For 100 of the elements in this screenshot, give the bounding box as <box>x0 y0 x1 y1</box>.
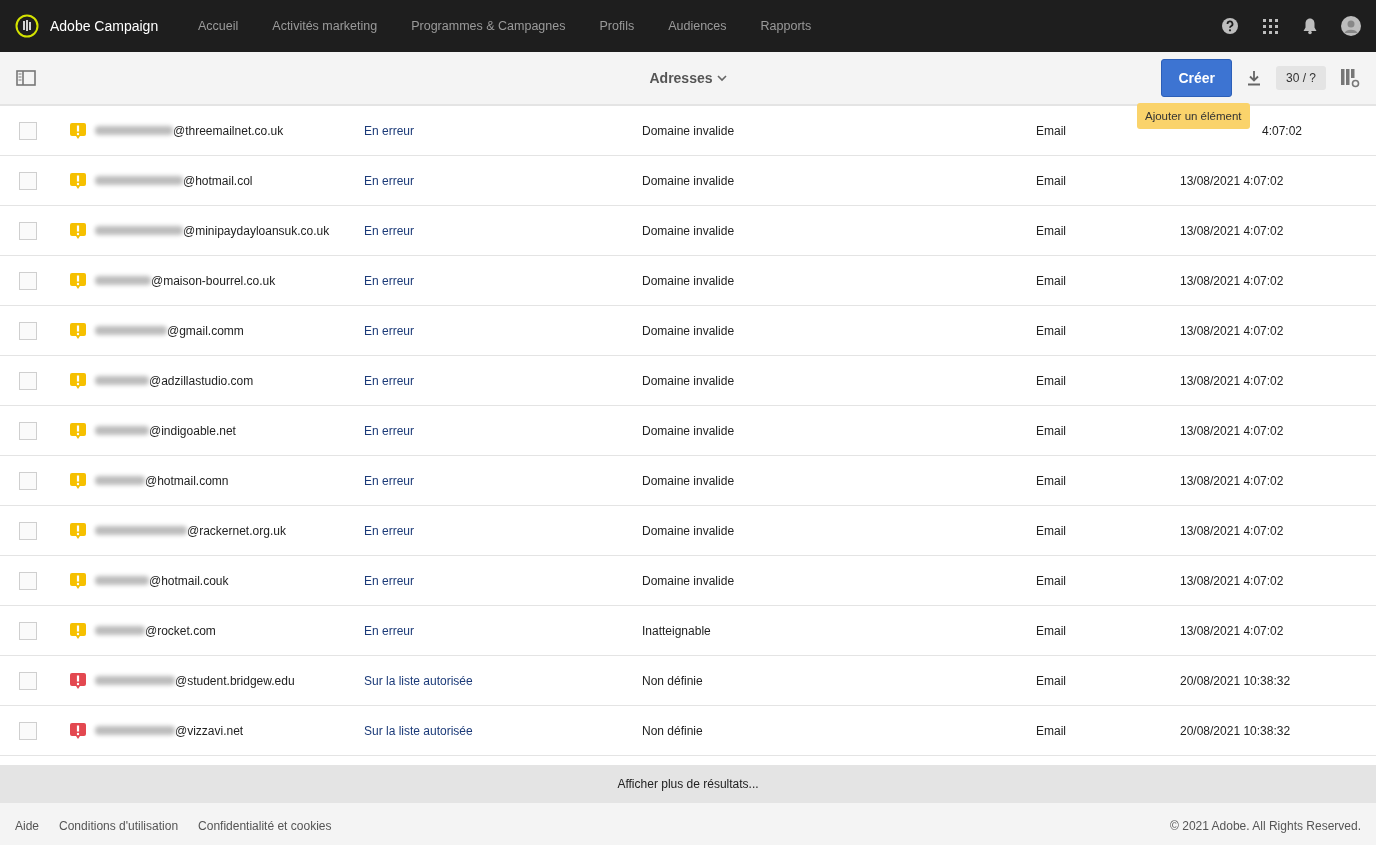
avatar-icon[interactable] <box>1341 16 1361 36</box>
status-text: En erreur <box>364 573 416 588</box>
footer-link[interactable]: Conditions d'utilisation <box>59 818 179 833</box>
reason-text: Domaine invalide <box>642 123 736 138</box>
show-more-link[interactable]: Afficher plus de résultats... <box>617 777 759 791</box>
row-checkbox[interactable] <box>19 221 37 240</box>
reason-text: Inatteignable <box>642 623 712 638</box>
row-checkbox[interactable] <box>19 571 37 590</box>
row-checkbox[interactable] <box>19 171 37 190</box>
reason-text: Non définie <box>642 723 704 738</box>
row-checkbox[interactable] <box>19 421 37 440</box>
channel-text: Email <box>1036 723 1067 738</box>
reason-text: Domaine invalide <box>642 373 736 388</box>
reason-text: Domaine invalide <box>642 523 736 538</box>
status-text: Sur la liste autorisée <box>364 673 474 688</box>
create-button[interactable]: Créer <box>1161 59 1232 97</box>
footer-link[interactable]: Confidentialité et cookies <box>198 818 332 833</box>
row-checkbox[interactable] <box>19 321 37 340</box>
row-checkbox[interactable] <box>19 471 37 490</box>
channel-text: Email <box>1036 223 1067 238</box>
redaction-blur <box>95 426 149 435</box>
sidebar-toggle-icon[interactable] <box>16 70 36 86</box>
channel-text: Email <box>1036 573 1067 588</box>
date-text: 13/08/2021 4:07:02 <box>1180 323 1284 338</box>
reason-text: Domaine invalide <box>642 423 736 438</box>
email-address: @hotmail.col <box>183 173 253 188</box>
channel-text: Email <box>1036 173 1067 188</box>
channel-text: Email <box>1036 473 1067 488</box>
footer-link[interactable]: Aide <box>15 818 40 833</box>
channel-text: Email <box>1036 423 1067 438</box>
row-checkbox[interactable] <box>19 121 37 140</box>
nav-tab[interactable]: Rapports <box>760 19 812 33</box>
status-text: En erreur <box>364 323 416 338</box>
nav-tab[interactable]: Activités marketing <box>272 19 378 33</box>
date-text: 13/08/2021 4:07:02 <box>1180 473 1284 488</box>
status-text: En erreur <box>364 423 416 438</box>
channel-text: Email <box>1036 323 1067 338</box>
email-address: @maison-bourrel.co.uk <box>151 273 276 288</box>
status-text: En erreur <box>364 273 416 288</box>
date-text: 13/08/2021 4:07:02 <box>1180 423 1284 438</box>
email-address: @rackernet.org.uk <box>187 523 286 538</box>
date-text: 20/08/2021 10:38:32 <box>1180 723 1291 738</box>
status-text: En erreur <box>364 223 416 238</box>
tooltip: Ajouter un élément <box>1137 103 1250 129</box>
nav-tab[interactable]: Audiences <box>668 19 727 33</box>
row-checkbox[interactable] <box>19 521 37 540</box>
column-settings-icon[interactable] <box>1340 68 1360 88</box>
row-checkbox[interactable] <box>19 371 37 390</box>
email-address: @threemailnet.co.uk <box>173 123 284 138</box>
nav-tab[interactable]: Profils <box>599 19 635 33</box>
apps-grid-icon[interactable] <box>1261 17 1279 35</box>
email-address: @vizzavi.net <box>175 723 244 738</box>
channel-text: Email <box>1036 373 1067 388</box>
email-address: @indigoable.net <box>149 423 236 438</box>
reason-text: Domaine invalide <box>642 573 736 588</box>
nav-tab[interactable]: Accueil <box>198 19 239 33</box>
row-checkbox[interactable] <box>19 621 37 640</box>
redaction-blur <box>95 376 149 385</box>
nav-tab[interactable]: Programmes & Campagnes <box>411 19 566 33</box>
email-address: @adzillastudio.com <box>149 373 254 388</box>
date-text: 13/08/2021 4:07:02 <box>1180 523 1284 538</box>
status-text: En erreur <box>364 523 416 538</box>
row-checkbox[interactable] <box>19 671 37 690</box>
reason-text: Domaine invalide <box>642 323 736 338</box>
help-icon[interactable] <box>1221 17 1239 35</box>
row-checkbox[interactable] <box>19 721 37 740</box>
channel-text: Email <box>1036 273 1067 288</box>
status-text: En erreur <box>364 173 416 188</box>
reason-text: Domaine invalide <box>642 273 736 288</box>
date-text: 13/08/2021 4:07:02 <box>1180 623 1284 638</box>
reason-text: Non définie <box>642 673 704 688</box>
date-text: 13/08/2021 4:07:02 <box>1180 273 1284 288</box>
redaction-blur <box>95 626 145 635</box>
app-name: Adobe Campaign <box>50 18 160 34</box>
row-checkbox[interactable] <box>19 271 37 290</box>
date-text: 4:07:02 <box>1262 123 1303 138</box>
status-text: Sur la liste autorisée <box>364 723 474 738</box>
redaction-blur <box>95 276 151 285</box>
status-text: En erreur <box>364 623 416 638</box>
download-icon[interactable] <box>1245 70 1262 86</box>
reason-text: Domaine invalide <box>642 223 736 238</box>
date-text: 13/08/2021 4:07:02 <box>1180 173 1284 188</box>
channel-text: Email <box>1036 123 1067 138</box>
status-text: En erreur <box>364 373 416 388</box>
bell-icon[interactable] <box>1301 17 1319 35</box>
channel-text: Email <box>1036 673 1067 688</box>
chevron-down-icon[interactable] <box>716 74 727 82</box>
date-text: 13/08/2021 4:07:02 <box>1180 223 1284 238</box>
redaction-blur <box>95 576 149 585</box>
logo-icon <box>15 14 39 38</box>
channel-text: Email <box>1036 523 1067 538</box>
date-text: 13/08/2021 4:07:02 <box>1180 373 1284 388</box>
status-text: En erreur <box>364 473 416 488</box>
email-address: @student.bridgew.edu <box>175 673 295 688</box>
copyright-text: © 2021 Adobe. All Rights Reserved. <box>1170 818 1361 833</box>
status-text: En erreur <box>364 123 416 138</box>
redaction-blur <box>95 476 145 485</box>
list-title-dropdown[interactable]: Adresses <box>649 70 727 86</box>
reason-text: Domaine invalide <box>642 173 736 188</box>
email-address: @hotmail.comn <box>145 473 229 488</box>
